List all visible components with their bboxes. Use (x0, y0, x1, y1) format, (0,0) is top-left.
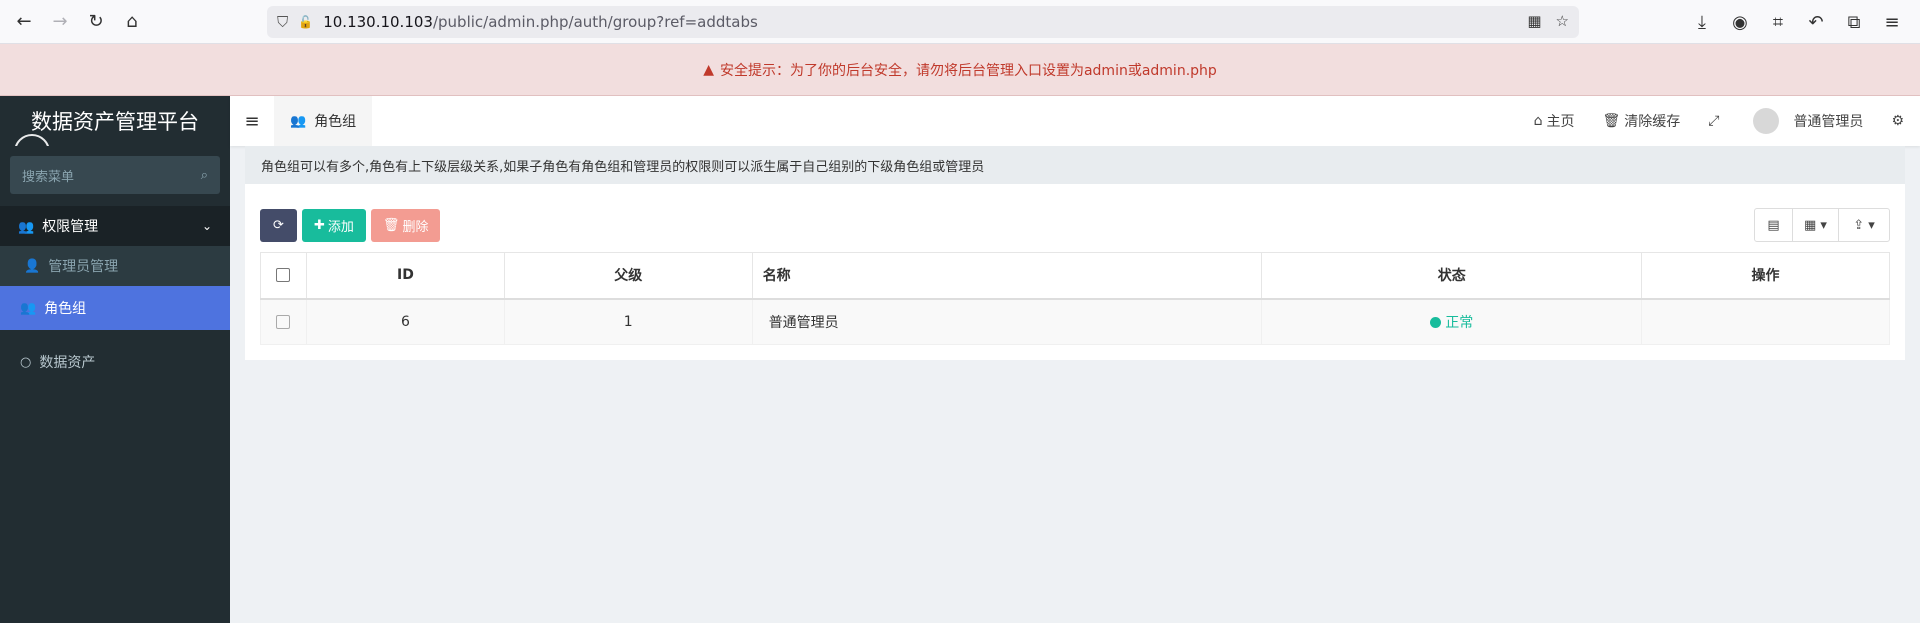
column-header[interactable]: 状态 (1261, 252, 1643, 300)
column-header[interactable]: 父级 (503, 252, 753, 300)
brand-label: 数据资产管理平台 (31, 110, 199, 134)
column-header[interactable]: 名称 (751, 252, 1263, 300)
browser-toolbar: ← → ↻ ⌂ ⛉ 🔓 10.130.10.103/public/admin.p… (0, 0, 1920, 44)
search-placeholder: 搜索菜单 (22, 169, 75, 185)
add-button[interactable]: ✚ 添加 (302, 208, 366, 242)
address-bar[interactable]: ⛉ 🔓 10.130.10.103/public/admin.php/auth/… (267, 6, 1579, 38)
page-tip: 角色组可以有多个,角色有上下级层级关系,如果子角色有角色组和管理员的权限则可以派… (245, 146, 1905, 184)
bookmark-star-icon[interactable]: ☆ (1556, 12, 1569, 30)
users-icon: 👥 (18, 220, 35, 235)
back-icon[interactable]: ← (6, 4, 42, 40)
plus-icon: ✚ (314, 217, 325, 233)
column-header[interactable]: ID (305, 252, 505, 300)
sidebar-item-label: 数据资产 (39, 355, 96, 371)
role-group-table: ID 父级 名称 状态 操作 6 1 普通管理员 正常 (260, 252, 1890, 345)
lock-warning-icon: 🔓 (298, 15, 314, 29)
tab-label: 角色组 (314, 114, 357, 130)
sidebar-item-admin-management[interactable]: 👤 管理员管理 (0, 246, 230, 286)
cell-actions (1641, 298, 1890, 345)
fullscreen-icon[interactable]: ⤢ (1694, 113, 1733, 129)
security-warning-banner: ▲ 安全提示：为了你的后台安全，请勿将后台管理入口设置为admin或admin.… (0, 44, 1920, 96)
warning-text: 安全提示：为了你的后台安全，请勿将后台管理入口设置为admin或admin.ph… (719, 62, 1217, 79)
sidebar-group-label: 权限管理 (42, 219, 99, 235)
url-host: 10.130.10.103 (323, 13, 433, 31)
select-all-checkbox[interactable] (276, 268, 291, 283)
sidebar-item-label: 管理员管理 (48, 259, 119, 275)
table-toolbar: ⟳ ✚ 添加 🗑 删除 ▤ ▦ ▾ ⇪ ▾ (260, 208, 1890, 242)
trash-icon: 🗑 (382, 217, 400, 233)
chevron-down-icon: ⌄ (201, 219, 212, 233)
row-checkbox[interactable] (276, 314, 291, 329)
status-dot-icon (1430, 317, 1442, 329)
table-view-controls: ▤ ▦ ▾ ⇪ ▾ (1754, 208, 1890, 242)
main-content: 角色组可以有多个,角色有上下级层级关系,如果子角色有角色组和管理员的权限则可以派… (245, 146, 1905, 360)
tab-role-group[interactable]: 👥 角色组 (274, 96, 373, 146)
home-label: 主页 (1546, 114, 1575, 130)
sidebar-group-permissions[interactable]: 👥 权限管理 ⌄ (0, 206, 230, 246)
sidebar-toggle-icon[interactable]: ≡ (230, 96, 274, 146)
extensions-icon[interactable]: ⧉ (1838, 4, 1870, 40)
cell-status: 正常 (1261, 298, 1643, 345)
user-icon: 👤 (24, 258, 41, 274)
home-icon[interactable]: ⌂ (114, 4, 150, 40)
settings-gears-icon[interactable]: ⚙ (1877, 113, 1920, 129)
add-label: 添加 (327, 219, 354, 235)
refresh-button[interactable]: ⟳ (260, 208, 297, 242)
warning-icon: ▲ (703, 61, 714, 78)
delete-label: 删除 (402, 219, 429, 235)
clear-cache-label: 清除缓存 (1624, 114, 1681, 130)
row-select-cell (260, 298, 307, 345)
shield-icon: ⛉ (277, 13, 289, 31)
menu-search-input[interactable]: 搜索菜单 ⌕ (10, 156, 220, 194)
users-icon: 👥 (290, 113, 307, 129)
user-name: 普通管理员 (1793, 114, 1864, 130)
status-badge: 正常 (1445, 314, 1474, 331)
column-header: 操作 (1641, 252, 1890, 300)
crop-icon[interactable]: ⌗ (1762, 4, 1794, 40)
download-icon[interactable]: ⤓ (1686, 4, 1718, 40)
undo-icon[interactable]: ↶ (1800, 4, 1832, 40)
columns-icon[interactable]: ▦ ▾ (1793, 209, 1839, 241)
brand-title[interactable]: 数据资产管理平台 (0, 96, 230, 146)
reload-icon[interactable]: ↻ (78, 4, 114, 40)
table-row[interactable]: 6 1 普通管理员 正常 (260, 298, 1890, 345)
qr-code-icon[interactable]: ▦ (1527, 12, 1541, 30)
clear-cache-button[interactable]: 🗑 清除缓存 (1588, 111, 1694, 131)
top-header: ≡ 👥 角色组 ⌂ 主页 🗑 清除缓存 ⤢ 普通管理员 ⚙ (230, 96, 1920, 146)
cell-parent: 1 (503, 298, 753, 345)
account-icon[interactable]: ◉ (1724, 4, 1756, 40)
forward-icon[interactable]: → (42, 4, 78, 40)
card-view-icon[interactable]: ▤ (1755, 209, 1793, 241)
refresh-icon: ⟳ (273, 217, 284, 233)
sidebar-item-label: 角色组 (44, 301, 87, 317)
table-panel: ⟳ ✚ 添加 🗑 删除 ▤ ▦ ▾ ⇪ ▾ ID 父级 名称 状态 操作 6 1… (245, 184, 1905, 360)
export-icon[interactable]: ⇪ ▾ (1839, 209, 1889, 241)
home-icon: ⌂ (1533, 113, 1543, 129)
trash-icon: 🗑 (1602, 113, 1621, 129)
sidebar: 数据资产管理平台 搜索菜单 ⌕ 👥 权限管理 ⌄ 👤 管理员管理 👥 角色组 ○ … (0, 96, 230, 623)
url-path: /public/admin.php/auth/group?ref=addtabs (432, 13, 758, 31)
circle-icon: ○ (20, 354, 32, 370)
delete-button[interactable]: 🗑 删除 (370, 208, 441, 242)
sidebar-item-data-assets[interactable]: ○ 数据资产 (0, 342, 230, 382)
cell-id: 6 (305, 298, 505, 345)
home-link[interactable]: ⌂ 主页 (1520, 111, 1589, 131)
users-icon: 👥 (20, 300, 37, 316)
search-icon[interactable]: ⌕ (201, 168, 208, 183)
user-menu[interactable]: 普通管理员 (1733, 108, 1877, 134)
cell-name: 普通管理员 (751, 298, 1263, 345)
select-all-header (260, 252, 307, 300)
menu-icon[interactable]: ≡ (1876, 4, 1908, 40)
sidebar-item-role-group[interactable]: 👥 角色组 (0, 286, 230, 330)
avatar (1753, 108, 1780, 134)
